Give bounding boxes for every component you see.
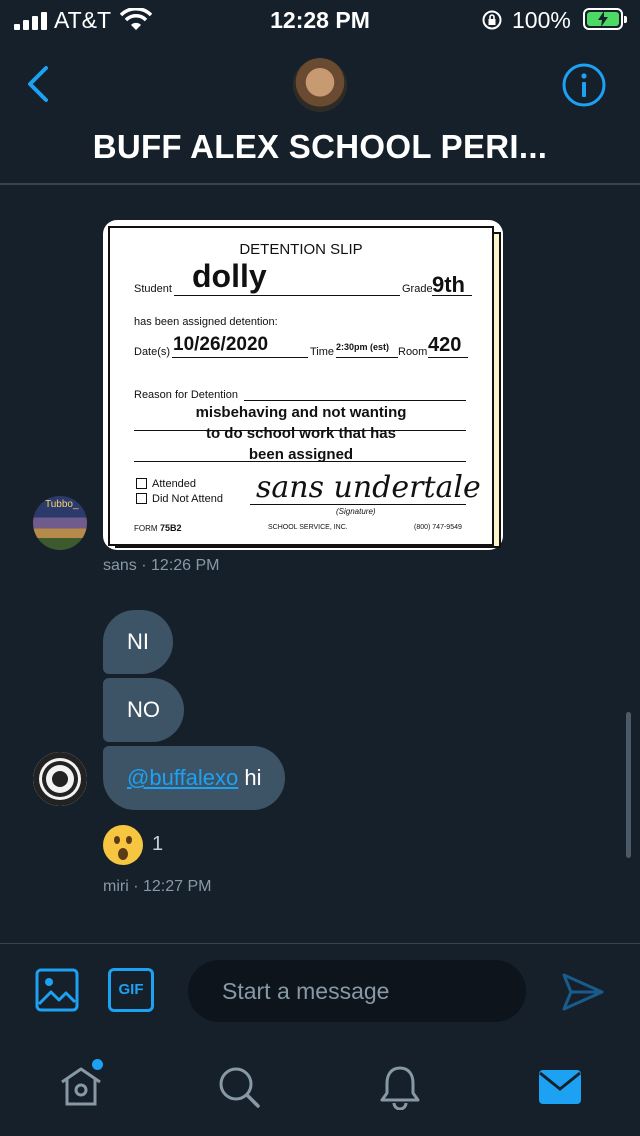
slip-assigned-label: has been assigned detention: bbox=[134, 316, 278, 328]
battery-percent: 100% bbox=[512, 7, 571, 33]
slip-form-label: FORM bbox=[134, 524, 158, 533]
sender-avatar-miri[interactable] bbox=[33, 752, 87, 806]
message-bubble[interactable]: NI bbox=[103, 610, 173, 674]
chevron-left-icon[interactable] bbox=[24, 64, 52, 104]
mention-link[interactable]: @buffalexo bbox=[127, 765, 238, 790]
message-bubble[interactable]: @buffalexo hi bbox=[103, 746, 286, 810]
gif-button[interactable]: GIF bbox=[108, 968, 154, 1012]
message-input[interactable] bbox=[188, 960, 526, 1022]
image-icon[interactable] bbox=[35, 968, 79, 1012]
scrollbar[interactable] bbox=[626, 712, 631, 858]
slip-form-number: 75B2 bbox=[160, 523, 182, 533]
slip-attended: Attended bbox=[152, 478, 197, 490]
attended-checkbox bbox=[136, 478, 147, 489]
slip-grade: 9th bbox=[432, 272, 465, 297]
slip-date: 10/26/2020 bbox=[173, 334, 269, 355]
slip-room-label: Room bbox=[398, 346, 428, 358]
detention-slip: DETENTION SLIP Student dolly Grade 9th h… bbox=[108, 226, 494, 546]
conversation-avatar[interactable] bbox=[293, 58, 347, 112]
message-meta: sans · 12:26 PM bbox=[103, 557, 220, 574]
header-divider bbox=[0, 183, 640, 185]
slip-grade-label: Grade bbox=[402, 283, 433, 295]
not-attended-checkbox bbox=[136, 493, 147, 504]
info-icon[interactable] bbox=[561, 62, 607, 108]
slip-signature-label: (Signature) bbox=[336, 507, 376, 516]
slip-signature: sans undertale bbox=[256, 470, 481, 505]
slip-time-label: Time bbox=[310, 346, 335, 358]
slip-did-not-attend: Did Not Attend bbox=[152, 493, 223, 505]
send-icon[interactable] bbox=[561, 970, 605, 1014]
reaction-count: 1 bbox=[152, 833, 164, 855]
slip-heading: DETENTION SLIP bbox=[239, 241, 363, 258]
composer-divider bbox=[0, 943, 640, 944]
message-meta: miri · 12:27 PM bbox=[103, 878, 212, 895]
bell-icon[interactable] bbox=[377, 1064, 423, 1110]
search-icon[interactable] bbox=[216, 1064, 262, 1110]
battery-icon bbox=[583, 8, 627, 30]
status-bar: AT&T 12:28 PM 100% bbox=[0, 0, 640, 40]
sender-avatar-sans[interactable]: Tubbo_ bbox=[33, 496, 87, 550]
slip-phone: (800) 747-9549 bbox=[414, 524, 462, 531]
conversation-title[interactable]: BUFF ALEX SCHOOL PERI... bbox=[0, 128, 640, 166]
slip-dates-label: Date(s) bbox=[134, 346, 171, 358]
message-text: hi bbox=[238, 765, 262, 790]
slip-student-label: Student bbox=[134, 283, 172, 295]
home-badge bbox=[90, 1057, 105, 1072]
slip-reason-line-2: to do school work that has bbox=[205, 425, 396, 442]
slip-publisher: SCHOOL SERVICE, INC. bbox=[268, 524, 348, 531]
slip-reason-label: Reason for Detention bbox=[134, 389, 238, 401]
slip-reason-line-1: misbehaving and not wanting bbox=[195, 404, 407, 421]
message-bubble[interactable]: NO bbox=[103, 678, 184, 742]
mail-icon[interactable] bbox=[537, 1064, 583, 1110]
slip-room: 420 bbox=[428, 334, 462, 356]
astonished-face-icon[interactable] bbox=[103, 825, 143, 865]
slip-reason-line-3: been assigned bbox=[248, 446, 354, 463]
orientation-lock-icon bbox=[482, 10, 502, 30]
slip-student: dolly bbox=[192, 258, 267, 294]
slip-time: 2:30pm (est) bbox=[336, 342, 390, 352]
